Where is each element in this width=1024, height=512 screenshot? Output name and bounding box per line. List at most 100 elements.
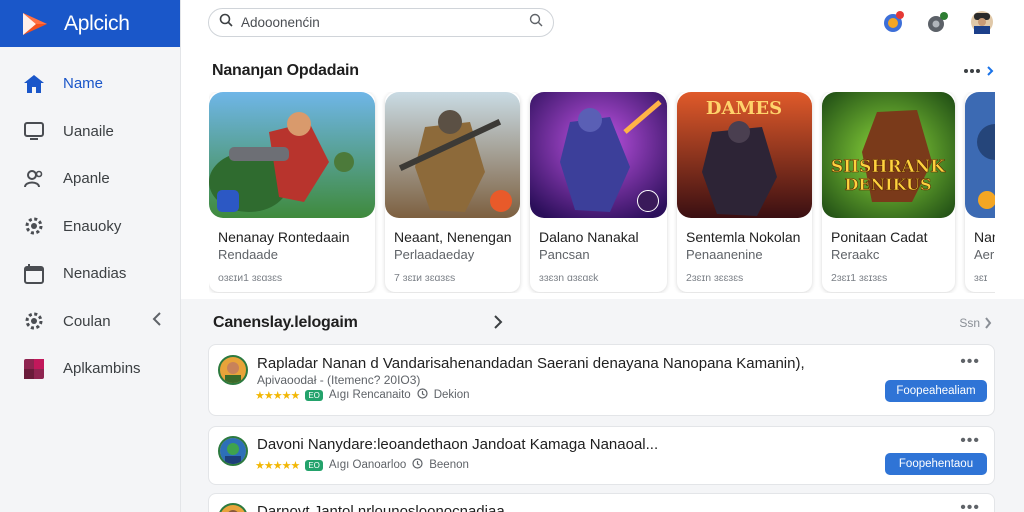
chat-icon[interactable] bbox=[926, 10, 950, 34]
avatar bbox=[218, 503, 248, 512]
sidebar-item-label: Enauoky bbox=[63, 217, 122, 235]
card-title: Dalano Nanakal bbox=[539, 229, 639, 245]
search-icon bbox=[219, 13, 233, 32]
sidebar-item-home[interactable]: Name bbox=[0, 60, 180, 108]
card-subtitle: Aer bbox=[974, 247, 995, 262]
game-thumbnail bbox=[530, 92, 667, 218]
search-submit-icon[interactable] bbox=[529, 13, 543, 32]
clock-icon bbox=[417, 388, 428, 402]
app-title: Aplcich bbox=[64, 11, 130, 35]
featured-title: Nananȷan Opdadain bbox=[212, 62, 359, 79]
see-all-label: Ssn bbox=[959, 316, 980, 330]
list-item[interactable]: Davoni Nanydare:leoandethaon Jandoat Kam… bbox=[208, 426, 995, 485]
sidebar-item-enauoky[interactable]: Enauoky bbox=[0, 203, 180, 251]
top-actions bbox=[882, 10, 994, 34]
sidebar-item-label: Apanle bbox=[63, 170, 110, 188]
item-meta-status: Dekion bbox=[433, 389, 470, 401]
calendar-icon bbox=[22, 262, 46, 286]
sidebar-item-apanle[interactable]: Apanle bbox=[0, 155, 180, 203]
svg-text:DAMES: DAMES bbox=[706, 98, 782, 119]
game-card[interactable]: SIISHRANK DENIKUS Ponitaan Cadat Reraakc… bbox=[822, 92, 955, 292]
game-card[interactable]: Nenanay Rontedaain Rendaade ᴏɜɛɪᴎ1 ɜɛɑɜɛ… bbox=[209, 92, 375, 292]
install-button[interactable]: Foopeahealiam bbox=[885, 380, 987, 402]
item-meta-text: Aıgı Oanoarloo bbox=[328, 459, 407, 471]
game-card[interactable]: Nan Aer ɜɛɪ bbox=[965, 92, 995, 292]
game-thumbnail: SIISHRANK DENIKUS bbox=[822, 92, 955, 218]
rating-badge: EO bbox=[305, 459, 323, 471]
install-button[interactable]: Foopehentaou bbox=[885, 453, 987, 475]
play-logo-icon bbox=[20, 9, 50, 39]
game-thumbnail bbox=[209, 92, 375, 218]
game-card[interactable]: Dalano Nanakal Pancsan ɜɜɛɜn ɑɜɛɑɛk bbox=[530, 92, 667, 292]
sidebar-item-coulan[interactable]: Coulan bbox=[0, 298, 180, 346]
chevron-right-icon bbox=[985, 317, 992, 329]
item-meta-status: Beenon bbox=[429, 459, 469, 471]
item-meta: ★★★★★ EO Aıgı Rencanaito Dekion bbox=[255, 388, 470, 402]
avatar bbox=[218, 436, 248, 466]
avatar bbox=[218, 355, 248, 385]
game-thumbnail: DAMES bbox=[677, 92, 812, 218]
avatar[interactable] bbox=[970, 10, 994, 34]
sidebar-item-label: Nenadias bbox=[63, 265, 127, 283]
sidebar-item-label: Uanaile bbox=[63, 122, 114, 140]
search-text: Adooonenćin bbox=[241, 15, 320, 30]
card-title: Sentemla Nokolan bbox=[686, 229, 801, 245]
chevron-left-icon[interactable] bbox=[152, 311, 162, 331]
card-subtitle: Reraakc bbox=[831, 247, 880, 262]
item-title: Davoni Nanydare:leoandethaon Jandoat Kam… bbox=[257, 436, 659, 453]
featured-cards: Nenanay Rontedaain Rendaade ᴏɜɛɪᴎ1 ɜɛɑɜɛ… bbox=[209, 92, 995, 293]
more-options-icon[interactable]: ••• bbox=[960, 432, 980, 450]
item-meta-text: Aıgı Rencanaito bbox=[328, 389, 411, 401]
more-options-icon[interactable] bbox=[964, 66, 994, 76]
search-input[interactable]: Adooonenćin bbox=[208, 8, 554, 37]
sidebar-item-label: Name bbox=[63, 75, 104, 93]
item-subtitle: Apivaoodał - (Itemenc? 20IO3) bbox=[257, 373, 421, 387]
card-meta: 2ɜɛɪn ɜɛɛɜɛs bbox=[686, 272, 744, 284]
clock-icon bbox=[412, 458, 423, 472]
home-icon bbox=[22, 72, 46, 96]
sidebar-item-nenadias[interactable]: Nenadias bbox=[0, 250, 180, 298]
app-brand[interactable]: Aplcich bbox=[0, 0, 180, 47]
sidebar-item-label: Coulan bbox=[63, 312, 111, 330]
item-title: Rapladar Nanan d Vandarisahenandadan Sae… bbox=[257, 355, 805, 372]
card-meta: ɜɜɛɜn ɑɜɛɑɛk bbox=[539, 272, 599, 284]
svg-text:SIISHRANK: SIISHRANK bbox=[831, 157, 946, 177]
sidebar-item-aplkambins[interactable]: Aplkambins bbox=[0, 345, 180, 393]
game-thumbnail bbox=[385, 92, 520, 218]
settings-icon bbox=[22, 309, 46, 333]
card-subtitle: Penaanenine bbox=[686, 247, 763, 262]
notifications-icon[interactable] bbox=[882, 10, 906, 34]
list-item[interactable]: Rapladar Nanan d Vandarisahenandadan Sae… bbox=[208, 344, 995, 416]
card-subtitle: Rendaade bbox=[218, 247, 278, 262]
users-icon bbox=[22, 167, 46, 191]
game-thumbnail bbox=[965, 92, 995, 218]
svg-text:DENIKUS: DENIKUS bbox=[844, 175, 931, 194]
sidebar-item-uanaile[interactable]: Uanaile bbox=[0, 108, 180, 156]
card-title: Neaant, Nenengan bbox=[394, 229, 512, 245]
game-logo-icon bbox=[490, 190, 512, 212]
more-options-icon[interactable]: ••• bbox=[960, 353, 980, 371]
see-all-link[interactable]: Ssn bbox=[959, 316, 992, 330]
apps-icon bbox=[22, 357, 46, 381]
top-bar: Adooonenćin bbox=[181, 0, 1024, 47]
card-meta: 7 ɜɛɪᴎ ɜɛɑɜɛs bbox=[394, 272, 456, 284]
list-item[interactable]: Darnovt Jantol nrlounosloonocnadiaa ••• bbox=[208, 493, 995, 512]
sidebar: Aplcich Name Uanaile Apanle Enauoky Nena… bbox=[0, 0, 181, 512]
main-content: Nananȷan Opdadain Nenanay Rontedaain Ren… bbox=[181, 47, 1024, 512]
card-meta: ɜɛɪ bbox=[974, 272, 988, 284]
card-title: Nan bbox=[974, 229, 995, 245]
sidebar-item-label: Aplkambins bbox=[63, 360, 141, 378]
list-section-title: Canenslay.lelogaim bbox=[213, 314, 358, 331]
game-card[interactable]: Neaant, Nenengan Perlaadaeday 7 ɜɛɪᴎ ɜɛɑ… bbox=[385, 92, 520, 292]
rating-stars-icon: ★★★★★ bbox=[255, 459, 300, 472]
rating-stars-icon: ★★★★★ bbox=[255, 389, 300, 402]
card-meta: ᴏɜɛɪᴎ1 ɜɛɑɜɛs bbox=[218, 272, 283, 284]
gear-icon bbox=[22, 214, 46, 238]
featured-section: Nananȷan Opdadain Nenanay Rontedaain Ren… bbox=[181, 47, 1024, 299]
game-logo-icon bbox=[217, 190, 239, 212]
game-card[interactable]: DAMES Sentemla Nokolan Penaanenine 2ɜɛɪn… bbox=[677, 92, 812, 292]
more-options-icon[interactable]: ••• bbox=[960, 499, 980, 512]
card-subtitle: Pancsan bbox=[539, 247, 590, 262]
rating-badge: EO bbox=[305, 389, 323, 401]
chevron-right-icon[interactable] bbox=[493, 315, 503, 334]
